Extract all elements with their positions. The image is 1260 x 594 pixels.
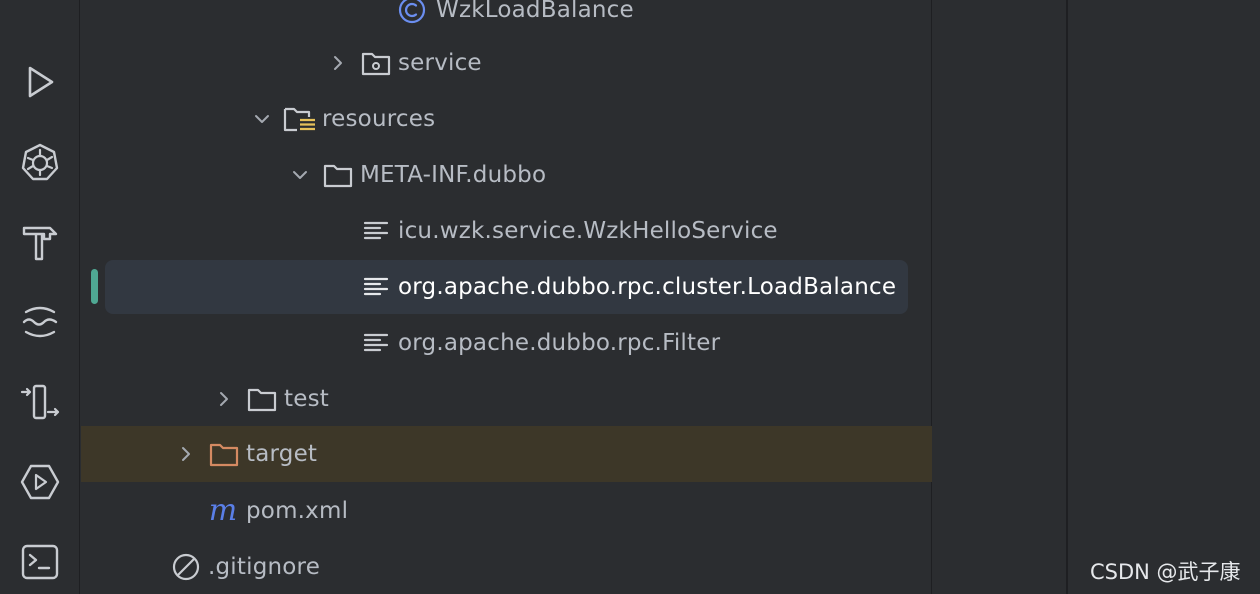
folder-icon xyxy=(245,383,279,415)
tree-item-wzkhelloservice[interactable]: icu.wzk.service.WzkHelloService xyxy=(81,203,932,259)
watermark: CSDN @武子康 xyxy=(1090,560,1241,584)
tree-item-service[interactable]: service xyxy=(81,35,932,91)
class-icon xyxy=(395,0,429,26)
folder-icon xyxy=(321,159,355,191)
build-icon xyxy=(22,226,58,261)
tree-item-label: WzkLoadBalance xyxy=(436,0,634,23)
tree-item-filter[interactable]: org.apache.dubbo.rpc.Filter xyxy=(81,315,932,371)
build-button[interactable] xyxy=(18,220,62,264)
maven-icon: m xyxy=(208,493,238,528)
resources-folder-icon xyxy=(283,103,317,135)
tree-item-gitignore[interactable]: .gitignore xyxy=(81,539,932,594)
kubernetes-button[interactable] xyxy=(18,140,62,184)
tree-item-meta-inf-dubbo[interactable]: META-INF.dubbo xyxy=(81,147,932,203)
package-folder-icon xyxy=(359,47,393,79)
endpoints-icon xyxy=(20,464,60,500)
tree-item-label: META-INF.dubbo xyxy=(360,162,547,188)
tool-window-sidebar xyxy=(0,0,80,594)
commit-button[interactable] xyxy=(18,380,62,424)
tree-item-label: org.apache.dubbo.rpc.Filter xyxy=(398,330,721,356)
tree-item-label: org.apache.dubbo.rpc.cluster.LoadBalance xyxy=(398,274,897,300)
commit-icon xyxy=(20,384,60,420)
tree-item-wzkloadbalance[interactable]: WzkLoadBalance xyxy=(81,0,932,38)
text-file-icon xyxy=(359,271,393,303)
current-file-marker xyxy=(91,269,98,304)
tree-item-test[interactable]: test xyxy=(81,371,932,427)
pane-divider[interactable] xyxy=(1066,0,1068,594)
run-button[interactable] xyxy=(18,60,62,104)
text-file-icon xyxy=(359,215,393,247)
chevron-down-icon[interactable] xyxy=(248,105,276,133)
tree-item-label: service xyxy=(398,50,482,76)
tree-item-resources[interactable]: resources xyxy=(81,91,932,147)
tree-item-label: .gitignore xyxy=(208,554,321,580)
tree-item-target[interactable]: target xyxy=(81,426,932,482)
tree-item-label: pom.xml xyxy=(246,498,349,524)
tree-item-pom-xml[interactable]: m pom.xml xyxy=(81,483,932,539)
chevron-right-icon[interactable] xyxy=(210,385,238,413)
tree-item-label: test xyxy=(284,386,329,412)
services-button[interactable] xyxy=(18,300,62,344)
run-icon xyxy=(28,66,54,98)
chevron-down-icon[interactable] xyxy=(286,161,314,189)
tree-item-label: icu.wzk.service.WzkHelloService xyxy=(398,218,778,244)
terminal-icon xyxy=(21,544,59,580)
services-icon xyxy=(22,306,58,338)
terminal-button[interactable] xyxy=(18,540,62,584)
tree-item-loadbalance[interactable]: org.apache.dubbo.rpc.cluster.LoadBalance xyxy=(81,257,932,314)
text-file-icon xyxy=(359,327,393,359)
excluded-folder-icon xyxy=(207,438,241,470)
chevron-right-icon[interactable] xyxy=(324,49,352,77)
chevron-right-icon[interactable] xyxy=(172,440,200,468)
tree-item-label: target xyxy=(246,441,318,467)
project-tree: WzkLoadBalance service resources META-IN… xyxy=(81,0,932,594)
kubernetes-icon xyxy=(21,143,59,181)
endpoints-button[interactable] xyxy=(18,460,62,504)
ignored-file-icon xyxy=(169,551,203,583)
editor-area xyxy=(932,0,1260,594)
tree-item-label: resources xyxy=(322,106,436,132)
